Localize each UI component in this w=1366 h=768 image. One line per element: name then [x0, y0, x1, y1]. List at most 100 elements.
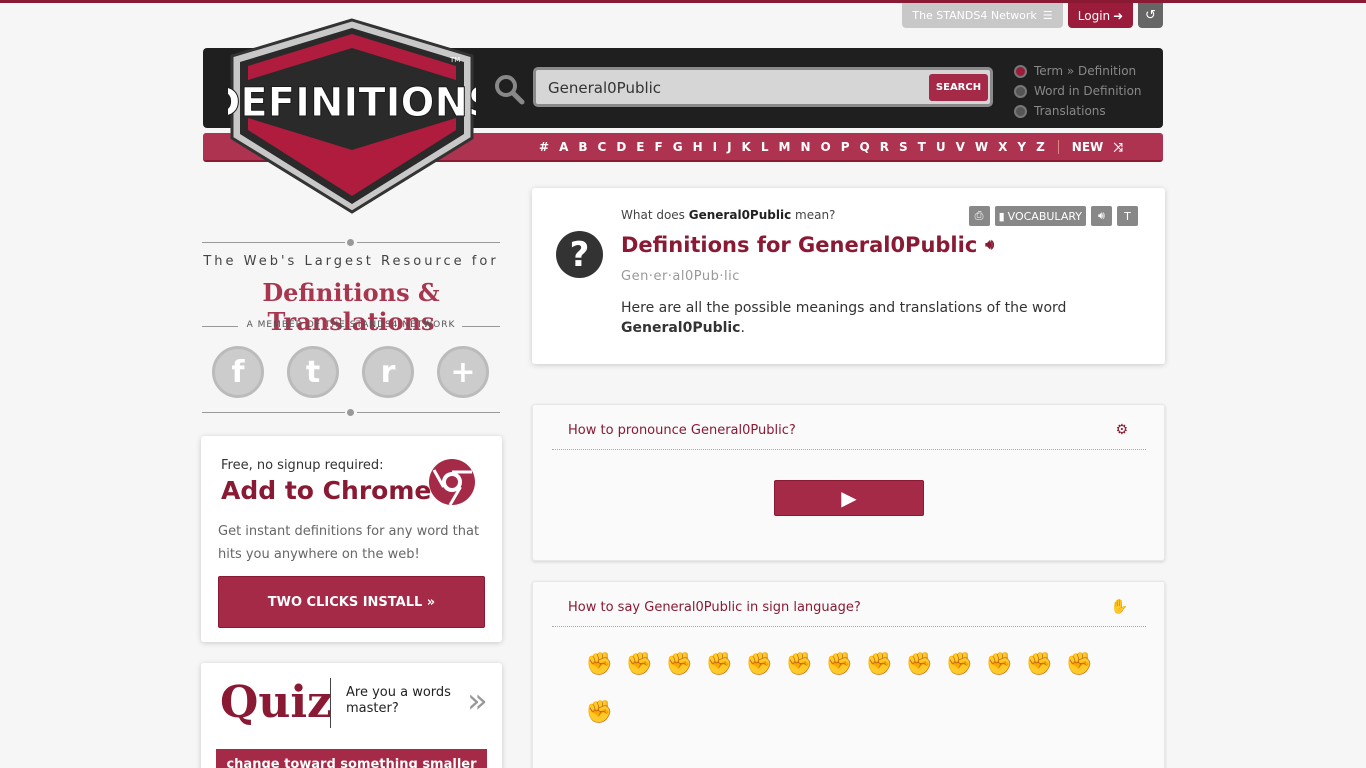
alpha-link[interactable]: S: [894, 140, 913, 154]
login-button[interactable]: Login ➜: [1068, 3, 1133, 28]
alpha-link[interactable]: E: [631, 140, 649, 154]
sign-hand-icon: ✊: [705, 651, 734, 677]
alpha-link[interactable]: L: [756, 140, 774, 154]
alpha-link[interactable]: G: [668, 140, 688, 154]
quiz-card: Quiz Are you a words master? » change to…: [201, 663, 502, 768]
panel-title: How to say General0Public in sign langua…: [568, 600, 861, 615]
history-button[interactable]: ↺: [1138, 3, 1163, 28]
sign-hand-icon: ✊: [1065, 651, 1094, 677]
search-button[interactable]: SEARCH: [929, 74, 988, 101]
description-text: Here are all the possible meanings and t…: [621, 300, 1067, 316]
sign-language-panel: How to say General0Public in sign langua…: [532, 581, 1165, 768]
alpha-link[interactable]: A: [554, 140, 573, 154]
search-input[interactable]: [548, 75, 923, 101]
top-utility-bar: The STANDS4 Network ☰ Login ➜ ↺: [902, 3, 1163, 28]
alpha-link[interactable]: V: [951, 140, 970, 154]
menu-icon: ☰: [1042, 9, 1053, 22]
sign-hand-icon: ✊: [985, 651, 1014, 677]
login-arrow-icon: ➜: [1113, 8, 1124, 23]
social-links: f t r +: [212, 346, 489, 398]
radio-button[interactable]: [1014, 84, 1027, 98]
mode-translations[interactable]: Translations: [1014, 101, 1142, 121]
font-size-icon[interactable]: T: [1117, 206, 1138, 226]
play-button[interactable]: ▶: [774, 480, 924, 516]
alpha-link[interactable]: I: [708, 140, 722, 154]
play-icon: ▶: [841, 486, 857, 510]
mode-word-in-definition[interactable]: Word in Definition: [1014, 81, 1142, 101]
definitions-logo[interactable]: DEFINITIONS TM: [228, 18, 476, 214]
panel-title: How to pronounce General0Public?: [568, 423, 796, 438]
mode-label: Translations: [1034, 104, 1106, 118]
speaker-icon[interactable]: 🔊︎: [1091, 206, 1112, 226]
new-link[interactable]: NEW: [1067, 140, 1108, 154]
alpha-link[interactable]: O: [816, 140, 836, 154]
divider: [552, 626, 1146, 627]
mode-label: Term » Definition: [1034, 64, 1137, 78]
search-box: SEARCH: [533, 67, 993, 107]
mode-label: Word in Definition: [1034, 84, 1142, 98]
definition-description: Here are all the possible meanings and t…: [621, 300, 1067, 336]
shuffle-icon[interactable]: ⤨: [1108, 140, 1128, 155]
speaker-icon[interactable]: 🔊︎: [985, 237, 994, 253]
radio-button[interactable]: [1014, 64, 1027, 78]
plus-icon[interactable]: +: [437, 346, 489, 398]
definition-card: ? What does General0Public mean? ⎙ ▮ VOC…: [532, 188, 1165, 364]
alpha-link[interactable]: C: [593, 140, 612, 154]
sign-hand-icon: ✊: [865, 651, 894, 677]
alpha-link[interactable]: Y: [1012, 140, 1031, 154]
radio-button[interactable]: [1014, 104, 1027, 118]
question-term: General0Public: [688, 208, 792, 222]
reddit-icon[interactable]: r: [362, 346, 414, 398]
question-suffix: mean?: [795, 208, 836, 222]
alpha-link[interactable]: N: [795, 140, 815, 154]
alpha-link[interactable]: #: [534, 140, 554, 154]
gear-icon[interactable]: ⚙: [1115, 422, 1128, 438]
network-label: The STANDS4 Network: [912, 9, 1037, 22]
alpha-link[interactable]: J: [722, 140, 736, 154]
alpha-link[interactable]: H: [688, 140, 708, 154]
twitter-icon[interactable]: t: [287, 346, 339, 398]
definition-toolbar: ⎙ ▮ VOCABULARY 🔊︎ T: [968, 206, 1138, 226]
definition-title-text: Definitions for General0Public: [621, 233, 978, 257]
question-icon: ?: [556, 231, 603, 278]
print-icon[interactable]: ⎙: [968, 206, 990, 226]
divider: [357, 242, 500, 243]
divider: [202, 242, 345, 243]
login-label: Login: [1077, 8, 1111, 23]
search-icon: [495, 75, 525, 105]
divider: [1057, 140, 1059, 154]
divider: [330, 678, 331, 728]
alpha-link[interactable]: R: [875, 140, 894, 154]
chrome-description: Get instant definitions for any word tha…: [218, 524, 480, 562]
divider: [202, 412, 345, 413]
divider: [462, 326, 500, 327]
alpha-link[interactable]: W: [970, 140, 993, 154]
tagline-text: The Web's Largest Resource for: [203, 254, 499, 269]
alpha-link[interactable]: X: [993, 140, 1012, 154]
quiz-title: Quiz: [220, 677, 333, 728]
alpha-link[interactable]: D: [611, 140, 631, 154]
alpha-link[interactable]: U: [931, 140, 951, 154]
facebook-icon[interactable]: f: [212, 346, 264, 398]
alpha-link[interactable]: P: [836, 140, 855, 154]
divider-dot: [347, 239, 354, 246]
mode-term-definition[interactable]: Term » Definition: [1014, 61, 1142, 81]
install-button[interactable]: TWO CLICKS INSTALL »: [218, 576, 485, 628]
alpha-link[interactable]: Z: [1031, 140, 1050, 154]
quiz-next-arrow[interactable]: »: [467, 681, 488, 721]
stands4-network-button[interactable]: The STANDS4 Network ☰: [902, 3, 1063, 28]
quiz-question[interactable]: change toward something smaller: [216, 749, 487, 768]
history-icon: ↺: [1145, 8, 1156, 23]
network-membership: A MEMBER OF THE STANDS4 NETWORK: [246, 320, 456, 330]
divider: [357, 412, 500, 413]
alpha-link[interactable]: B: [573, 140, 592, 154]
alpha-link[interactable]: T: [913, 140, 931, 154]
alpha-link[interactable]: M: [774, 140, 796, 154]
alpha-link[interactable]: F: [650, 140, 668, 154]
sign-hand-icon: ✊: [585, 699, 614, 725]
alpha-link[interactable]: K: [737, 140, 756, 154]
sign-hand-icon: ✊: [785, 651, 814, 677]
alpha-link[interactable]: Q: [855, 140, 875, 154]
vocabulary-button[interactable]: ▮ VOCABULARY: [994, 206, 1086, 226]
divider-dot: [347, 409, 354, 416]
